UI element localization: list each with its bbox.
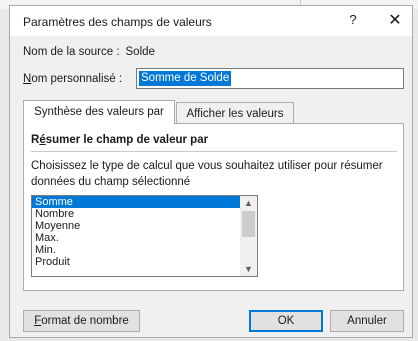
- scroll-down-icon[interactable]: ▼: [240, 262, 257, 276]
- scroll-up-icon[interactable]: ▲: [240, 196, 257, 210]
- summarize-section-title: Résumer le champ de valeur par: [31, 134, 208, 146]
- value-field-settings-dialog: Paramètres des champs de valeurs ? ✕ Nom…: [9, 5, 413, 338]
- tab-summarize-values-by[interactable]: Synthèse des valeurs par: [23, 100, 175, 124]
- list-item-max[interactable]: Max.: [32, 232, 240, 244]
- cancel-button[interactable]: Annuler: [330, 310, 404, 332]
- help-icon[interactable]: ?: [345, 12, 361, 27]
- section-divider: [31, 151, 397, 152]
- calculation-type-listbox[interactable]: Somme Nombre Moyenne Max. Min. Produit ▲…: [31, 195, 258, 277]
- dialog-title: Paramètres des champs de valeurs: [23, 15, 212, 29]
- title-bar: Paramètres des champs de valeurs ? ✕: [10, 6, 412, 36]
- summarize-tab-panel: Résumer le champ de valeur par Choisisse…: [23, 123, 404, 291]
- close-icon[interactable]: ✕: [386, 10, 404, 30]
- custom-name-value: Somme de Solde: [139, 71, 232, 86]
- number-format-button[interactable]: Format de nombre: [23, 310, 140, 332]
- listbox-scrollbar[interactable]: ▲ ▼: [240, 196, 257, 276]
- ok-button[interactable]: OK: [249, 310, 323, 332]
- source-name-value: Solde: [125, 46, 155, 58]
- list-item-produit[interactable]: Produit: [32, 256, 240, 268]
- custom-name-label: Nom personnalisé :: [23, 73, 122, 85]
- scrollbar-thumb[interactable]: [242, 211, 255, 237]
- list-item-min[interactable]: Min.: [32, 244, 240, 256]
- list-item-nombre[interactable]: Nombre: [32, 208, 240, 220]
- custom-name-label-text: om personnalisé :: [31, 73, 123, 85]
- custom-name-input[interactable]: Somme de Solde: [136, 68, 404, 89]
- summarize-title-end: sumer le champ de valeur par: [45, 134, 209, 146]
- number-format-label: ormat de nombre: [41, 315, 129, 327]
- tab-show-values-as[interactable]: Afficher les valeurs: [176, 102, 294, 124]
- list-item-moyenne[interactable]: Moyenne: [32, 220, 240, 232]
- source-name-row: Nom de la source : Solde: [23, 46, 155, 58]
- list-item-somme[interactable]: Somme: [32, 196, 240, 208]
- source-name-label: Nom de la source :: [23, 46, 120, 58]
- summarize-description: Choisissez le type de calcul que vous so…: [31, 160, 383, 188]
